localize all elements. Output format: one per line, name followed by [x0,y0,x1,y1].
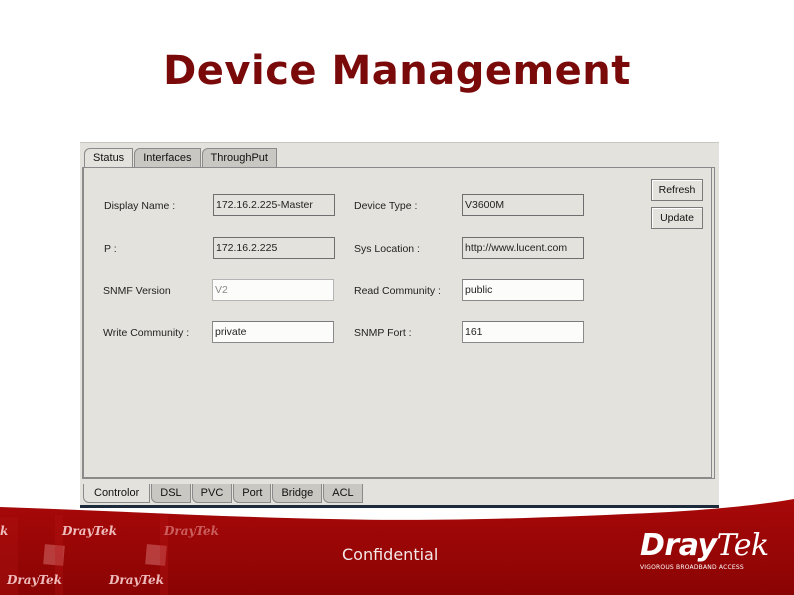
brand-tagline: VIGOROUS BROADBAND ACCESS [640,564,744,571]
display-name-field: 172.16.2.225-Master [213,194,335,216]
snmp-port-label: SNMP Fort : [354,327,412,339]
write-community-label: Write Community : [103,327,190,339]
brand-name-tek: Tek [716,528,770,563]
snmp-version-label: SNMF Version [103,285,171,297]
watermark-logo: k [0,524,9,538]
read-community-label: Read Community : [354,285,441,297]
write-community-input[interactable]: private [212,321,334,343]
device-type-label: Device Type : [354,200,418,212]
snmp-port-input[interactable]: 161 [462,321,584,343]
device-management-window: Status Interfaces ThroughPut Display Nam… [80,142,719,507]
draytek-logo: DrayTek VIGOROUS BROADBAND ACCESS [640,530,780,572]
sys-location-label: Sys Location : [354,243,420,255]
snmp-version-field[interactable]: V2 [212,279,334,301]
tab-interfaces[interactable]: Interfaces [134,148,201,167]
display-name-label: Display Name : [104,200,176,212]
ip-field: 172.16.2.225 [213,237,335,259]
sys-location-field: http://www.lucent.com [462,237,584,259]
watermark-logo: DrayTek [62,524,117,538]
confidential-label: Confidential [342,545,439,564]
watermark-logo: DrayTek [109,573,164,587]
device-type-field: V3600M [462,194,584,216]
watermark-logo: DrayTek [7,573,62,587]
top-tab-bar: Status Interfaces ThroughPut [84,148,278,168]
read-community-input[interactable]: public [462,279,584,301]
slide-title: Device Management [163,48,631,94]
status-panel-inner [84,168,712,478]
brand-name-dray: Dray [640,528,717,563]
watermark-logo: DrayTek [164,524,219,538]
tab-throughput[interactable]: ThroughPut [201,148,277,167]
brand-name: DrayTek [640,530,780,562]
tab-status[interactable]: Status [84,148,134,168]
refresh-button[interactable]: Refresh [651,179,703,201]
ip-label: P : [104,243,117,255]
status-panel: Display Name : 172.16.2.225-Master P : 1… [82,167,715,479]
update-button[interactable]: Update [651,207,703,229]
